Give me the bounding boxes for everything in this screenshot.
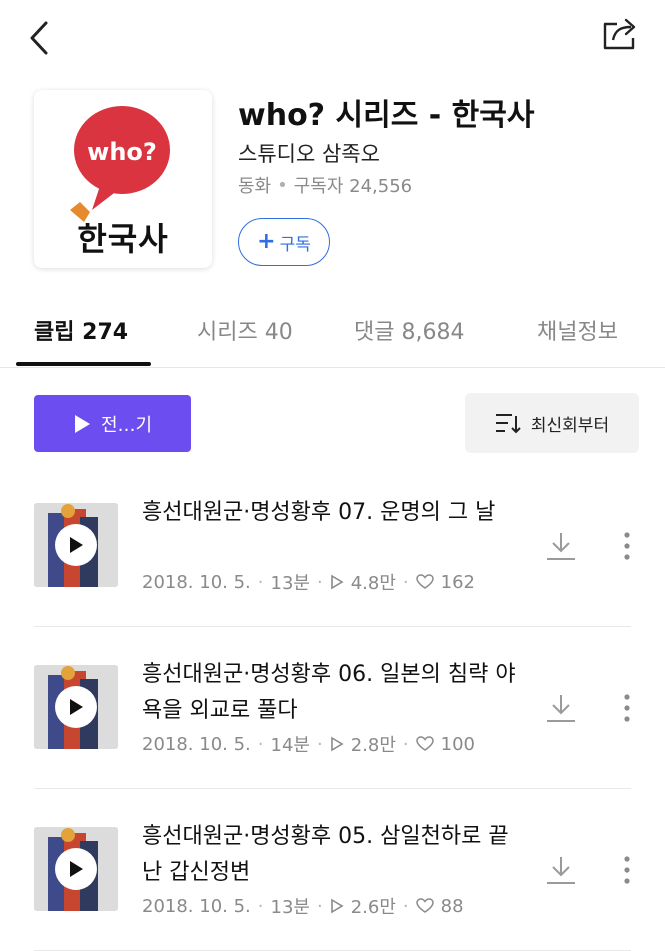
more-vertical-icon <box>624 532 630 560</box>
heart-icon <box>415 574 434 589</box>
play-outline-icon <box>330 574 344 590</box>
channel-title: who? 시리즈 - 한국사 <box>238 98 535 133</box>
clip-date: 2018. 10. 5. <box>142 733 251 755</box>
heart-icon <box>415 736 434 751</box>
clip-meta: 2018. 10. 5. · 13분 · 2.6만 · 88 <box>142 893 464 919</box>
play-overlay <box>55 686 97 728</box>
thumbnail-bubble-text: who? <box>87 138 157 166</box>
tab-series[interactable]: 시리즈 40 <box>197 314 293 346</box>
meta-separator: · <box>316 733 323 755</box>
clip-title[interactable]: 흥선대원군·명성황후 05. 삼일천하로 끝난 갑신정변 <box>142 819 522 891</box>
subscribe-button[interactable]: + 구독 <box>238 218 330 266</box>
meta-separator: · <box>402 571 409 593</box>
clip-duration: 13분 <box>270 573 310 594</box>
meta-separator: · <box>316 895 323 917</box>
more-options-button[interactable] <box>612 525 642 567</box>
meta-separator: · <box>257 733 264 755</box>
clip-date: 2018. 10. 5. <box>142 895 251 917</box>
share-button[interactable] <box>599 14 643 54</box>
download-icon <box>547 695 575 722</box>
clip-title[interactable]: 흥선대원군·명성황후 06. 일본의 침략 야욕을 외교로 풀다 <box>142 657 522 729</box>
tab-comments[interactable]: 댓글 8,684 <box>354 314 464 346</box>
play-icon <box>70 537 83 553</box>
more-vertical-icon <box>624 856 630 884</box>
download-button[interactable] <box>540 849 582 891</box>
sort-label: 최신회부터 <box>530 415 610 436</box>
list-item[interactable]: 흥선대원군·명성황후 06. 일본의 침략 야욕을 외교로 풀다 2018. 1… <box>0 627 665 789</box>
download-icon <box>547 533 575 560</box>
clip-meta: 2018. 10. 5. · 13분 · 4.8만 · 162 <box>142 569 475 595</box>
play-overlay <box>55 848 97 890</box>
more-vertical-icon <box>624 694 630 722</box>
download-button[interactable] <box>540 525 582 567</box>
play-overlay <box>55 524 97 566</box>
more-options-button[interactable] <box>612 687 642 729</box>
play-outline-icon <box>330 736 344 752</box>
heart-icon <box>415 898 434 913</box>
play-outline-icon <box>330 898 344 914</box>
channel-category: 동화 <box>238 176 272 197</box>
channel-meta: 동화 • 구독자 24,556 <box>238 172 412 198</box>
clip-thumbnail[interactable] <box>34 665 118 749</box>
tab-channel-info[interactable]: 채널정보 <box>537 314 618 346</box>
thumbnail-caption: 한국사 <box>77 220 169 258</box>
top-bar <box>0 0 665 80</box>
tab-clips[interactable]: 클립 274 <box>34 314 128 346</box>
meta-separator: · <box>402 895 409 917</box>
clip-title[interactable]: 흥선대원군·명성황후 07. 운명의 그 날 <box>142 495 522 531</box>
clip-meta: 2018. 10. 5. · 14분 · 2.8만 · 100 <box>142 731 475 757</box>
more-options-button[interactable] <box>612 849 642 891</box>
clip-likes: 100 <box>440 733 475 755</box>
clip-plays: 2.6만 <box>350 897 396 918</box>
share-icon <box>603 18 636 50</box>
play-icon <box>74 414 90 433</box>
sort-button[interactable]: 최신회부터 <box>465 393 639 453</box>
meta-separator: · <box>257 895 264 917</box>
clip-duration: 13분 <box>270 897 310 918</box>
clip-likes: 162 <box>440 571 475 593</box>
channel-tabs: 클립 274 시리즈 40 댓글 8,684 채널정보 <box>0 296 665 368</box>
subscriber-count: 구독자 24,556 <box>293 176 413 197</box>
sort-icon <box>495 414 521 434</box>
play-icon <box>70 861 83 877</box>
subscribe-label: 구독 <box>279 234 311 255</box>
meta-separator: · <box>402 733 409 755</box>
clip-likes: 88 <box>440 895 464 917</box>
meta-dot: • <box>277 174 288 196</box>
play-all-button[interactable]: 전…기 <box>34 395 191 452</box>
active-tab-indicator <box>16 362 151 366</box>
back-button[interactable] <box>22 18 56 58</box>
clip-thumbnail[interactable] <box>34 503 118 587</box>
chevron-left-icon <box>30 21 48 55</box>
list-item[interactable]: 흥선대원군·명성황후 05. 삼일천하로 끝난 갑신정변 2018. 10. 5… <box>0 789 665 951</box>
clip-plays: 4.8만 <box>350 573 396 594</box>
channel-thumbnail: who? 한국사 <box>34 90 212 268</box>
play-icon <box>70 699 83 715</box>
play-all-label: 전…기 <box>100 414 153 436</box>
plus-icon: + <box>257 229 276 254</box>
channel-owner[interactable]: 스튜디오 삼족오 <box>238 138 380 168</box>
download-icon <box>547 857 575 884</box>
clip-thumbnail[interactable] <box>34 827 118 911</box>
clip-date: 2018. 10. 5. <box>142 571 251 593</box>
clip-duration: 14분 <box>270 735 310 756</box>
channel-header: who? 한국사 who? 시리즈 - 한국사 스튜디오 삼족오 동화 • 구독… <box>34 90 634 270</box>
download-button[interactable] <box>540 687 582 729</box>
meta-separator: · <box>316 571 323 593</box>
meta-separator: · <box>257 571 264 593</box>
list-item[interactable]: 흥선대원군·명성황후 07. 운명의 그 날 2018. 10. 5. · 13… <box>0 465 665 627</box>
clip-plays: 2.8만 <box>350 735 396 756</box>
